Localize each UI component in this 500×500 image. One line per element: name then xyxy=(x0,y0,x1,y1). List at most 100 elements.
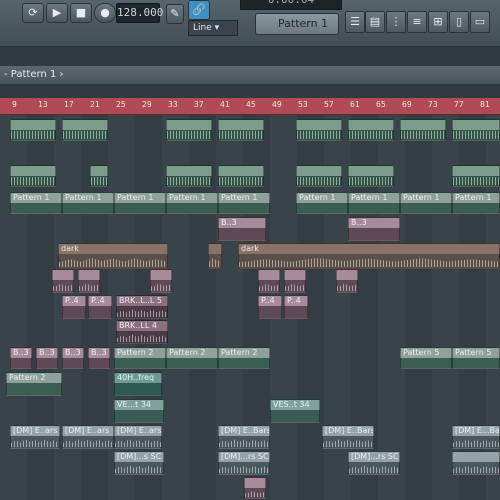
dm-bars-clip[interactable]: [DM] E...Bars xyxy=(452,425,500,449)
ruler-tick: 45 xyxy=(246,100,256,109)
pattern-2-clip[interactable]: Pattern 2 xyxy=(114,347,166,369)
pattern-5-clip[interactable]: Pattern 5 xyxy=(400,347,452,369)
timeline-ruler[interactable]: 9 13 17 21 25 29 33 37 41 45 49 53 57 61… xyxy=(0,98,500,115)
b3-clip[interactable]: B..3 xyxy=(36,347,58,369)
file-icon[interactable]: ▭ xyxy=(470,11,490,33)
pattern-clip[interactable] xyxy=(452,165,500,187)
pattern-clip[interactable] xyxy=(218,119,264,141)
pattern-clip[interactable] xyxy=(400,119,446,141)
mixer-icon[interactable]: ≡ xyxy=(407,11,427,33)
pattern-1-clip[interactable]: Pattern 1 xyxy=(296,192,348,214)
playlist-title: - Pattern 1 › xyxy=(0,66,500,84)
p4-clip[interactable]: P..4 xyxy=(258,295,282,319)
brk-clip[interactable]: BRK..L..L 5 xyxy=(116,295,168,319)
channel-rack-icon[interactable]: ⋮ xyxy=(386,11,406,33)
playlist-icon[interactable]: ☰ xyxy=(345,11,365,33)
hit-clip[interactable] xyxy=(336,269,358,293)
playlist-grid[interactable]: Pattern 1 Pattern 1 Pattern 1 Pattern 1 … xyxy=(0,115,500,500)
pattern-clip[interactable] xyxy=(62,119,108,141)
pattern-clip[interactable] xyxy=(166,165,212,187)
ves-clip[interactable]: VES..t 34 xyxy=(270,399,320,423)
pattern-1-clip[interactable]: Pattern 1 xyxy=(452,192,500,214)
ruler-tick: 73 xyxy=(428,100,438,109)
ruler-tick: 69 xyxy=(402,100,412,109)
hit-clip[interactable] xyxy=(150,269,172,293)
play-icon[interactable]: ▶ xyxy=(46,3,68,23)
dm-sc-clip[interactable]: [DM]...rs SC xyxy=(348,451,400,475)
pattern-2-clip[interactable]: Pattern 2 xyxy=(166,347,218,369)
pattern-1-clip[interactable]: Pattern 1 xyxy=(114,192,166,214)
piano-roll-icon[interactable]: ▤ xyxy=(365,11,385,33)
pattern-clip[interactable] xyxy=(296,165,342,187)
dm-sc-clip[interactable]: [DM]...s SC xyxy=(114,451,164,475)
brk-clip[interactable]: BRK..LL 4 xyxy=(116,320,168,344)
pattern-clip[interactable] xyxy=(218,165,264,187)
b3-clip[interactable]: B..3 xyxy=(88,347,110,369)
pattern-5-clip[interactable]: Pattern 5 xyxy=(452,347,500,369)
dark-audio-clip[interactable] xyxy=(208,243,222,269)
stop-icon[interactable]: ■ xyxy=(70,3,92,23)
ruler-tick: 53 xyxy=(298,100,308,109)
pattern-1-clip[interactable]: Pattern 1 xyxy=(218,192,270,214)
pattern-1-clip[interactable]: Pattern 1 xyxy=(400,192,452,214)
tempo-display[interactable]: 128.000 xyxy=(116,3,163,23)
dark-audio-clip[interactable]: dark xyxy=(58,243,168,269)
hit-clip[interactable] xyxy=(78,269,100,293)
dm-bars-clip[interactable]: [DM] E..ars xyxy=(62,425,114,449)
ruler-tick: 49 xyxy=(272,100,282,109)
b3-clip[interactable]: B..3 xyxy=(10,347,32,369)
b3-clip[interactable]: B..3 xyxy=(218,217,266,241)
dm-bars-clip[interactable]: [DM] E..ars xyxy=(114,425,162,449)
pattern-clip[interactable] xyxy=(90,165,108,187)
freq-automation-clip[interactable]: 40H..freq xyxy=(114,372,162,396)
ruler-tick: 37 xyxy=(194,100,204,109)
pattern-clip[interactable] xyxy=(296,119,342,141)
b3-clip[interactable]: B..3 xyxy=(348,217,400,241)
ruler-tick: 17 xyxy=(64,100,74,109)
ruler-tick: 9 xyxy=(12,100,17,109)
dm-bars-clip[interactable]: [DM] E..ars xyxy=(10,425,60,449)
ruler-tick: 81 xyxy=(480,100,490,109)
record-icon[interactable]: ● xyxy=(94,3,116,23)
hit-clip[interactable] xyxy=(244,477,266,499)
pattern-clip[interactable] xyxy=(166,119,212,141)
pattern-1-clip[interactable]: Pattern 1 xyxy=(166,192,218,214)
dm-sc-clip[interactable] xyxy=(452,451,500,475)
p4-clip[interactable]: P..4 xyxy=(88,295,112,319)
ruler-tick: 13 xyxy=(38,100,48,109)
ruler-tick: 25 xyxy=(116,100,126,109)
pattern-2-clip[interactable]: Pattern 2 xyxy=(218,347,270,369)
hit-clip[interactable] xyxy=(52,269,74,293)
pattern-clip[interactable] xyxy=(10,119,56,141)
pattern-clip[interactable] xyxy=(452,119,500,141)
ruler-tick: 29 xyxy=(142,100,152,109)
pattern-1-clip[interactable]: Pattern 1 xyxy=(10,192,62,214)
pattern-1-clip[interactable]: Pattern 1 xyxy=(62,192,114,214)
pattern-clip[interactable] xyxy=(348,165,394,187)
p4-clip[interactable]: P..4 xyxy=(284,295,308,319)
pattern-clip[interactable] xyxy=(348,119,394,141)
ruler-tick: 65 xyxy=(376,100,386,109)
pattern-clip[interactable] xyxy=(10,165,56,187)
ves-clip[interactable]: VE...t 34 xyxy=(114,399,164,423)
ruler-tick: 21 xyxy=(90,100,100,109)
b3-clip[interactable]: B..3 xyxy=(62,347,84,369)
pencil-icon[interactable]: ✎ xyxy=(166,4,184,24)
loop-icon[interactable]: ⟳ xyxy=(22,3,44,23)
transport-toolbar: ⟳ ▶ ■ ● 128.000 ✎ 🔗 Line ▾ 0:00:04 Patte… xyxy=(0,0,500,47)
dm-bars-clip[interactable]: [DM] E..Bars xyxy=(322,425,374,449)
plugin-icon[interactable]: ⊞ xyxy=(428,11,448,33)
hit-clip[interactable] xyxy=(258,269,280,293)
browser-icon[interactable]: ▯ xyxy=(449,11,469,33)
dm-sc-clip[interactable]: [DM]...rs SC xyxy=(218,451,270,475)
ruler-tick: 33 xyxy=(168,100,178,109)
p4-clip[interactable]: P..4 xyxy=(62,295,86,319)
hit-clip[interactable] xyxy=(284,269,306,293)
link-icon[interactable]: 🔗 xyxy=(188,0,210,20)
dm-bars-clip[interactable]: [DM] E..Bars xyxy=(218,425,270,449)
snap-select[interactable]: Line ▾ xyxy=(188,20,238,36)
pattern-1-clip[interactable]: Pattern 1 xyxy=(348,192,400,214)
dark-audio-clip[interactable]: dark xyxy=(238,243,500,269)
pattern-2-clip[interactable]: Pattern 2 xyxy=(6,372,62,396)
pattern-selector[interactable]: Pattern 1 xyxy=(255,13,339,35)
